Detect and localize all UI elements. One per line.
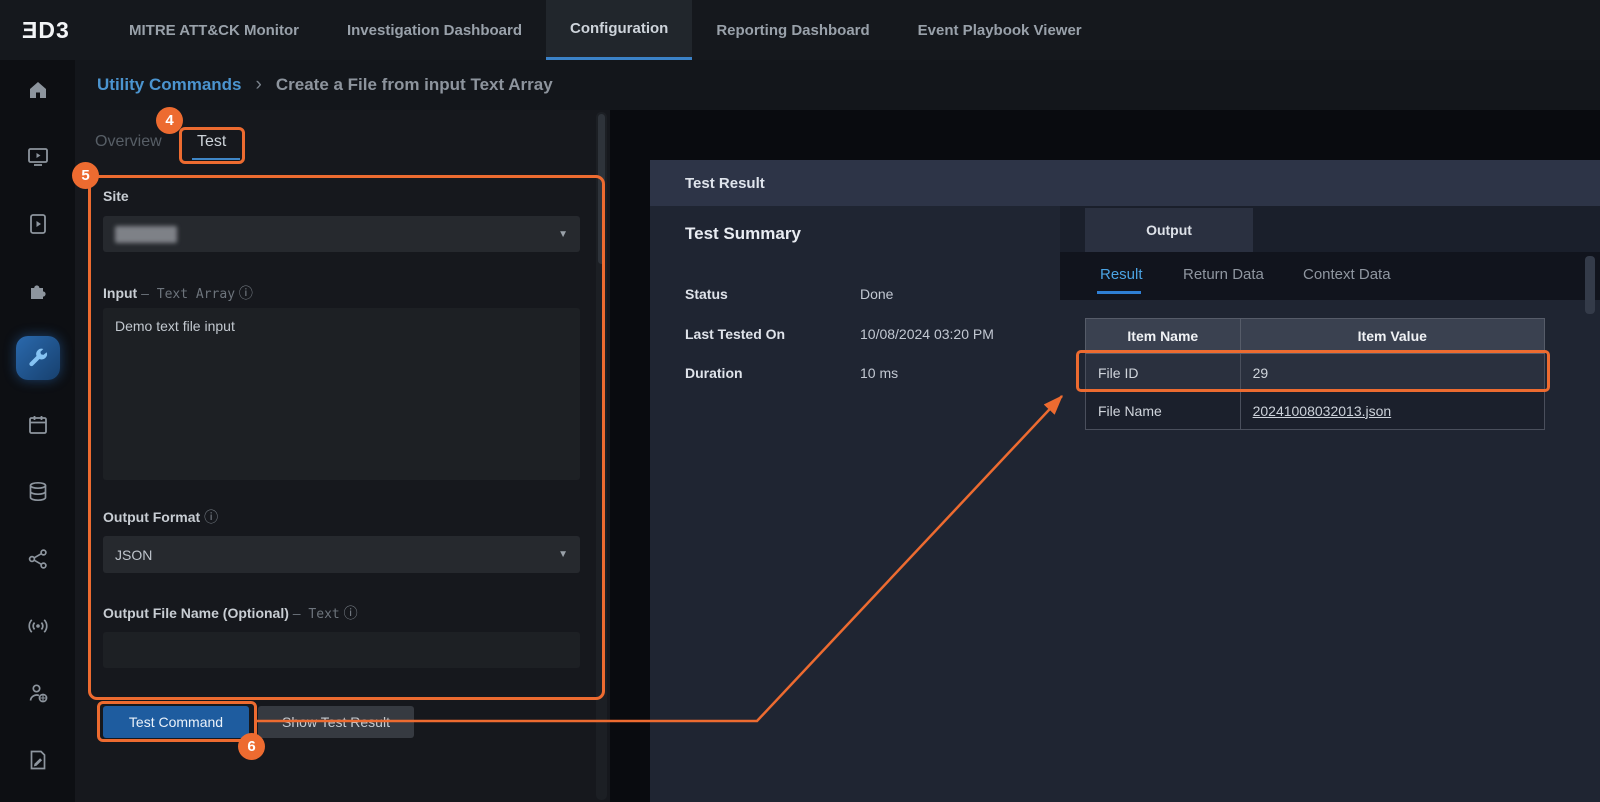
sidebar-item-connections[interactable] [16,537,60,581]
top-navigation: ƎD3 MITRE ATT&CK Monitor Investigation D… [0,0,1600,60]
playbook-file-icon [26,212,50,236]
input-type-hint: – Text Array [141,287,235,302]
sidebar-item-report[interactable] [16,738,60,782]
sidebar-item-incident-monitor[interactable] [16,135,60,179]
breadcrumb-utility-commands[interactable]: Utility Commands [97,75,242,95]
site-select[interactable]: ▼ [103,216,580,252]
file-id-name-cell: File ID [1086,354,1241,392]
show-test-result-button[interactable]: Show Test Result [258,706,414,738]
output-format-label-text: Output Format [103,509,200,525]
output-file-name-label-text: Output File Name (Optional) [103,605,289,621]
column-header-item-value: Item Value [1240,319,1544,354]
duration-value: 10 ms [860,365,898,381]
output-format-select[interactable]: JSON ▼ [103,536,580,573]
sidebar-item-geo-user[interactable] [16,671,60,715]
test-command-button[interactable]: Test Command [103,706,249,738]
sidebar-item-playbook[interactable] [16,202,60,246]
column-header-item-name: Item Name [1086,319,1241,354]
output-scrollbar-thumb[interactable] [1585,256,1595,314]
share-nodes-icon [26,547,50,571]
status-label: Status [685,286,728,302]
file-id-value-cell: 29 [1240,354,1544,392]
sidebar-item-home[interactable] [16,68,60,112]
nav-configuration[interactable]: Configuration [546,0,692,60]
output-file-name-label: Output File Name (Optional) – Text ⓘ [103,603,358,623]
left-icon-sidebar [0,60,75,802]
file-name-value-cell: 20241008032013.json [1240,392,1544,430]
nav-mitre-attack-monitor[interactable]: MITRE ATT&CK Monitor [105,0,323,60]
file-name-name-cell: File Name [1086,392,1241,430]
chevron-down-icon: ▼ [558,229,568,240]
table-row-file-id: File ID 29 [1086,354,1545,392]
result-table: Item Name Item Value File ID 29 File Nam… [1085,318,1545,430]
d3-logo: ƎD3 [0,0,105,60]
tab-return-data[interactable]: Return Data [1183,266,1264,283]
table-header-row: Item Name Item Value [1086,319,1545,354]
input-label: Input – Text Array ⓘ [103,283,253,303]
tab-output[interactable]: Output [1085,208,1253,252]
wrench-icon [26,346,50,370]
test-summary-title: Test Summary [685,224,801,244]
document-edit-icon [26,748,50,772]
incident-monitor-icon [26,145,50,169]
output-format-value: JSON [115,547,152,563]
tab-context-data[interactable]: Context Data [1303,266,1391,283]
nav-investigation-dashboard[interactable]: Investigation Dashboard [323,0,546,60]
page-title: Create a File from input Text Array [276,75,553,95]
tab-test[interactable]: Test [197,133,226,151]
site-label: Site [103,188,129,204]
duration-label: Duration [685,365,743,381]
sidebar-item-schedule[interactable] [16,403,60,447]
test-result-title: Test Result [685,175,765,192]
output-file-name-input[interactable] [103,632,580,668]
test-result-header: Test Result [650,160,1600,206]
sidebar-item-utility-commands[interactable] [16,336,60,380]
broadcast-icon [26,614,50,638]
input-label-text: Input [103,285,137,301]
info-icon[interactable]: ⓘ [344,605,358,621]
file-name-link[interactable]: 20241008032013.json [1253,403,1392,419]
tab-result-active-indicator [1097,291,1141,294]
last-tested-on-label: Last Tested On [685,326,785,342]
nav-reporting-dashboard[interactable]: Reporting Dashboard [692,0,893,60]
home-icon [26,78,50,102]
puzzle-icon [26,279,50,303]
output-file-name-type-hint: – Text [293,607,340,622]
table-row-file-name: File Name 20241008032013.json [1086,392,1545,430]
status-value: Done [860,286,893,302]
left-panel-scrollbar-thumb[interactable] [598,114,605,264]
nav-event-playbook-viewer[interactable]: Event Playbook Viewer [894,0,1106,60]
last-tested-on-value: 10/08/2024 03:20 PM [860,326,994,342]
redacted-site-value [115,226,177,243]
sidebar-item-broadcast[interactable] [16,604,60,648]
user-globe-icon [26,681,50,705]
tab-result[interactable]: Result [1100,266,1143,283]
sidebar-item-data-management[interactable] [16,470,60,514]
chevron-right-icon: › [256,74,262,96]
sidebar-item-integrations[interactable] [16,269,60,313]
breadcrumb: Utility Commands › Create a File from in… [75,60,1600,110]
info-icon[interactable]: ⓘ [204,509,218,525]
output-format-label: Output Format ⓘ [103,507,218,527]
tab-test-active-indicator [192,158,240,160]
database-icon [26,480,50,504]
chevron-down-icon: ▼ [558,549,568,560]
calendar-icon [26,413,50,437]
info-icon[interactable]: ⓘ [239,285,253,301]
input-textarea[interactable]: Demo text file input [103,308,580,480]
tab-overview[interactable]: Overview [95,133,162,151]
